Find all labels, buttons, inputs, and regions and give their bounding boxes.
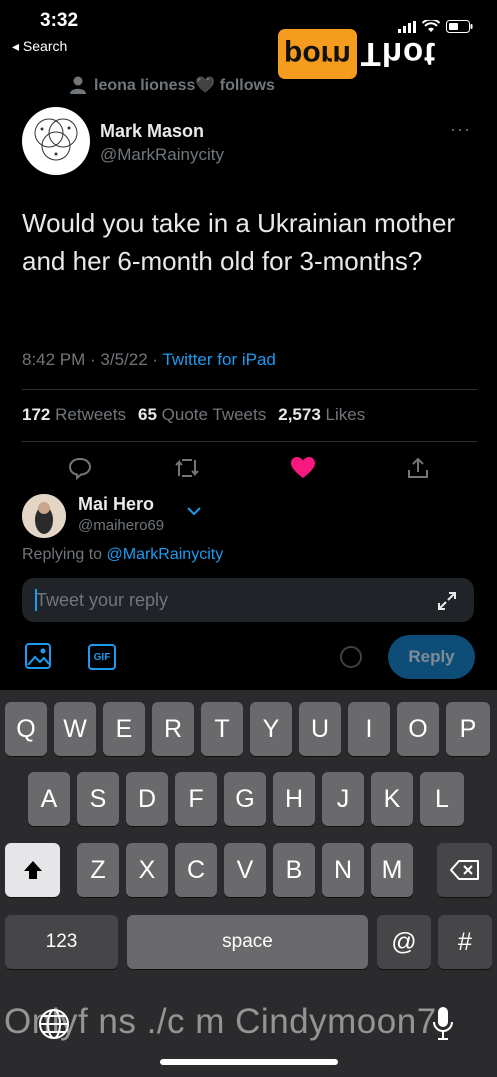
back-to-search-link[interactable]: ◂ Search xyxy=(12,38,67,55)
key-u[interactable]: U xyxy=(299,702,341,756)
expand-icon[interactable] xyxy=(436,590,458,612)
tweet-header: Mark Mason @MarkRainycity ··· xyxy=(22,107,477,177)
replier-avatar[interactable] xyxy=(22,494,66,538)
divider xyxy=(22,389,477,390)
key-r[interactable]: R xyxy=(152,702,194,756)
key-n[interactable]: N xyxy=(322,843,364,897)
author-avatar[interactable] xyxy=(22,107,90,175)
likes-count: 2,573 xyxy=(278,405,321,424)
social-context-text: leona lioness🖤 follows xyxy=(94,77,275,94)
text-caret xyxy=(35,589,37,611)
reply-composer: Mai Hero @maihero69 Replying to @MarkRai… xyxy=(0,482,497,692)
replying-to-handle[interactable]: @MarkRainycity xyxy=(107,546,224,563)
key-f[interactable]: F xyxy=(175,772,217,826)
retweet-icon[interactable] xyxy=(174,456,200,480)
replying-to-prefix: Replying to xyxy=(22,546,107,563)
key-g[interactable]: G xyxy=(224,772,266,826)
tweet-actions xyxy=(22,452,477,482)
key-a[interactable]: A xyxy=(28,772,70,826)
key-l[interactable]: L xyxy=(420,772,464,826)
at-key[interactable]: @ xyxy=(377,915,431,969)
quotes-count: 65 xyxy=(137,405,157,424)
shift-icon xyxy=(23,861,42,879)
key-x[interactable]: X xyxy=(126,843,168,897)
watermark-overlay-text: Onlyf ns ./c m Cindymoon7 xyxy=(4,1002,437,1041)
quote-tweets-stat[interactable]: 65 Quote Tweets xyxy=(138,405,266,425)
numbers-key[interactable]: 123 xyxy=(5,915,118,969)
person-icon xyxy=(70,76,86,94)
key-e[interactable]: E xyxy=(103,702,145,756)
key-w[interactable]: W xyxy=(54,702,96,756)
key-c[interactable]: C xyxy=(175,843,217,897)
key-z[interactable]: Z xyxy=(77,843,119,897)
backspace-key[interactable] xyxy=(437,843,492,897)
likes-stat[interactable]: 2,573 Likes xyxy=(278,405,365,425)
space-key[interactable]: space xyxy=(127,915,368,969)
character-counter xyxy=(340,646,362,668)
tweet-stats: 172 Retweets 65 Quote Tweets 2,573 Likes xyxy=(22,405,365,425)
replier-handle: @maihero69 xyxy=(78,517,165,534)
key-q[interactable]: Q xyxy=(5,702,47,756)
tweet-meta: 8:42 PM · 3/5/22 · Twitter for iPad xyxy=(22,350,276,370)
author-handle[interactable]: @MarkRainycity xyxy=(100,145,224,165)
author-name[interactable]: Mark Mason xyxy=(100,121,204,142)
retweets-label: Retweets xyxy=(55,405,126,424)
backspace-icon xyxy=(449,860,479,880)
watermark-badge-text: porn xyxy=(278,29,357,79)
reply-icon[interactable] xyxy=(68,456,92,480)
gif-button[interactable]: GIF xyxy=(88,644,116,670)
retweets-stat[interactable]: 172 Retweets xyxy=(22,405,126,425)
tweet-text: Would you take in a Ukrainian mother and… xyxy=(22,208,456,276)
key-v[interactable]: V xyxy=(224,843,266,897)
key-i[interactable]: I xyxy=(348,702,390,756)
home-indicator[interactable] xyxy=(160,1059,338,1065)
key-s[interactable]: S xyxy=(77,772,119,826)
key-t[interactable]: T xyxy=(201,702,243,756)
venn-diagram-avatar-icon xyxy=(34,118,78,161)
divider xyxy=(22,441,477,442)
share-icon[interactable] xyxy=(406,456,430,480)
key-y[interactable]: Y xyxy=(250,702,292,756)
key-h[interactable]: H xyxy=(273,772,315,826)
quotes-label: Quote Tweets xyxy=(161,405,267,424)
tweet-source[interactable]: Twitter for iPad xyxy=(162,350,275,369)
shift-key[interactable] xyxy=(5,843,60,897)
watermark-text: Thot xyxy=(360,36,437,73)
watermark-logo: porn Thot xyxy=(278,28,464,80)
chevron-down-icon[interactable] xyxy=(186,506,202,516)
image-icon[interactable] xyxy=(24,642,52,670)
key-k[interactable]: K xyxy=(371,772,413,826)
hash-key[interactable]: # xyxy=(438,915,492,969)
key-o[interactable]: O xyxy=(397,702,439,756)
replier-name: Mai Hero xyxy=(78,494,155,514)
key-p[interactable]: P xyxy=(446,702,490,756)
like-icon[interactable] xyxy=(290,456,316,480)
key-j[interactable]: J xyxy=(322,772,364,826)
likes-label: Likes xyxy=(325,405,366,424)
retweets-count: 172 xyxy=(22,405,51,424)
clock: 3:32 xyxy=(40,10,79,31)
tweet-timestamp[interactable]: 8:42 PM · 3/5/22 · xyxy=(22,350,162,369)
more-options-button[interactable]: ··· xyxy=(450,119,471,140)
reply-button[interactable]: Reply xyxy=(388,635,475,679)
replier-photo-icon xyxy=(22,494,66,538)
key-d[interactable]: D xyxy=(126,772,168,826)
key-m[interactable]: M xyxy=(371,843,413,897)
key-b[interactable]: B xyxy=(273,843,315,897)
replying-to: Replying to @MarkRainycity xyxy=(22,546,223,564)
social-context[interactable]: leona lioness🖤 follows xyxy=(70,75,275,95)
reply-input[interactable] xyxy=(22,578,474,622)
